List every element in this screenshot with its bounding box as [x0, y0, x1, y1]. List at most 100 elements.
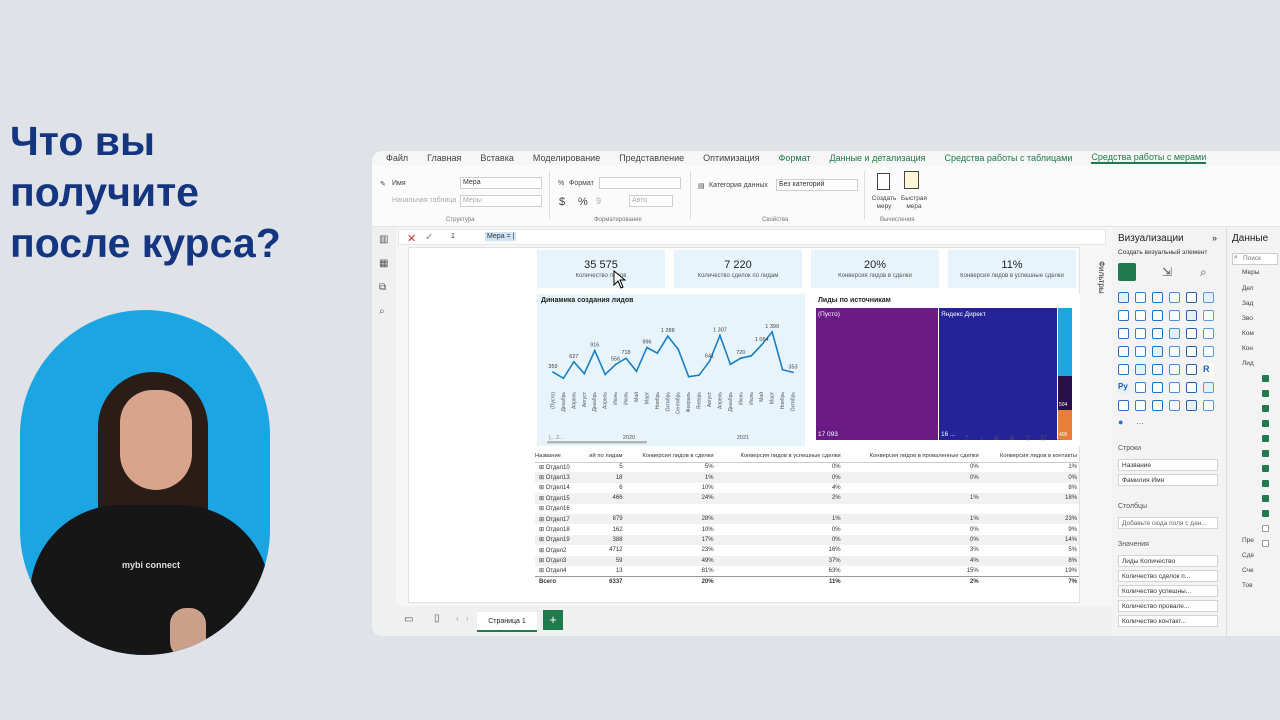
dax-query-icon[interactable]: ⌕	[379, 307, 389, 317]
formula-bar[interactable]: ✕ ✓ 1 Мера = |	[398, 229, 1106, 245]
quick-measure-button[interactable]: Быстрая мера	[900, 195, 928, 211]
analytics-tab-icon[interactable]: ⌕	[1200, 265, 1207, 280]
treemap-segment[interactable]: 504	[1058, 376, 1072, 410]
data-table-node[interactable]: Кон	[1242, 345, 1253, 352]
matrix-row[interactable]: ⊞ Отдел19 388 17% 0% 0% 14%	[535, 534, 1079, 546]
format-select[interactable]	[599, 177, 681, 189]
percent-button[interactable]: %	[578, 196, 588, 208]
values-field[interactable]: Количество успешны...	[1118, 585, 1218, 597]
clustered-bar-visual-icon[interactable]	[1152, 292, 1163, 303]
data-table-node[interactable]: Зво	[1242, 315, 1253, 322]
visual-header-icons[interactable]: ⇡ ↓ ⇊ ⇊ ▽ ⊡ …	[964, 434, 1080, 444]
treemap-segment[interactable]	[1058, 308, 1072, 376]
matrix-column-header[interactable]: Название	[535, 450, 581, 463]
formula-text[interactable]: Мера = |	[485, 232, 517, 241]
r-visual-visual-icon[interactable]: R	[1203, 364, 1214, 375]
cancel-formula-icon[interactable]: ✕	[407, 232, 416, 245]
goals-visual-icon[interactable]	[1203, 382, 1214, 393]
matrix-row[interactable]: ⊞ Отдел16	[535, 504, 1079, 514]
treemap-visual[interactable]: Лиды по источникам (Пусто) 17 093 Яндекс…	[814, 294, 1080, 446]
azure-map-visual-icon[interactable]	[1169, 346, 1180, 357]
currency-button[interactable]: $	[559, 196, 565, 208]
slicer-visual-icon[interactable]	[1152, 364, 1163, 375]
field-checkbox[interactable]	[1262, 495, 1269, 502]
matrix-visual[interactable]: Название ий по лидам Конверсия лидов в сде…	[535, 450, 1079, 600]
stacked-area-visual-icon[interactable]	[1152, 310, 1163, 321]
comma-button[interactable]: 9	[596, 196, 601, 206]
ai-visual-visual-icon[interactable]	[1169, 400, 1180, 411]
data-table-node[interactable]: Лид	[1242, 360, 1254, 367]
table-visual-icon[interactable]	[1169, 364, 1180, 375]
build-visual-tab-icon[interactable]	[1118, 263, 1136, 281]
values-field[interactable]: Количество контакт...	[1118, 615, 1218, 627]
card-visual-icon[interactable]	[1203, 346, 1214, 357]
donut-visual-icon[interactable]	[1186, 328, 1197, 339]
name-field[interactable]: Мера	[460, 177, 542, 189]
mobile-layout-icon[interactable]: ▯	[434, 613, 440, 624]
commit-formula-icon[interactable]: ✓	[425, 232, 433, 243]
data-table-node[interactable]: Сде	[1242, 552, 1254, 559]
prev-page-icon[interactable]: ‹	[456, 614, 459, 623]
data-table-node[interactable]: Тов	[1242, 582, 1253, 589]
matrix-row[interactable]: ⊞ Отдел2 4712 23% 16% 3% 5%	[535, 545, 1079, 555]
multi-card-visual-icon[interactable]	[1118, 364, 1129, 375]
menu-modeling[interactable]: Моделирование	[533, 153, 600, 163]
matrix-row[interactable]: ⊞ Отдел18 162 10% 0% 0% 9%	[535, 524, 1079, 534]
matrix-column-header[interactable]: ий по лидам	[580, 450, 625, 463]
matrix-visual-icon[interactable]	[1186, 364, 1197, 375]
field-checkbox[interactable]	[1262, 405, 1269, 412]
values-field[interactable]: Количество сделок п...	[1118, 570, 1218, 582]
data-table-node[interactable]: Меры	[1242, 269, 1259, 276]
category-select[interactable]: Без категорий	[776, 179, 858, 191]
shape-map-visual-icon[interactable]	[1152, 346, 1163, 357]
waterfall-visual-icon[interactable]	[1186, 310, 1197, 321]
clustered-column-visual-icon[interactable]	[1169, 292, 1180, 303]
report-view-icon[interactable]: ▥	[379, 235, 389, 245]
arcgis-visual-icon[interactable]	[1186, 400, 1197, 411]
data-table-node[interactable]: Дел	[1242, 285, 1254, 292]
treemap-segment[interactable]: Яндекс Директ 16 ...	[939, 308, 1057, 440]
data-table-node[interactable]: Сче	[1242, 567, 1254, 574]
quick-measure-icon[interactable]	[904, 171, 919, 189]
data-table-node[interactable]: Пре	[1242, 537, 1254, 544]
desktop-layout-icon[interactable]: ▭	[404, 614, 413, 625]
py-visual-visual-icon[interactable]: Py	[1118, 382, 1129, 393]
home-table-select[interactable]: Меры	[460, 195, 542, 207]
matrix-row[interactable]: ⊞ Отдел17 879 28% 1% 1% 23%	[535, 513, 1079, 525]
table-view-icon[interactable]: ▦	[379, 259, 389, 269]
values-field[interactable]: Лиды Количество	[1118, 555, 1218, 567]
filters-pane-toggle[interactable]: Фильтры	[1090, 261, 1106, 331]
menu-view[interactable]: Представление	[619, 153, 684, 163]
kpi-card[interactable]: 11% Конверсия лидов в успешные сделки	[948, 250, 1076, 288]
field-checkbox[interactable]	[1262, 540, 1269, 547]
key-influencers-visual-icon[interactable]	[1152, 382, 1163, 393]
map-visual-icon[interactable]	[1118, 346, 1129, 357]
rows-field[interactable]: Фамилия Имя	[1118, 474, 1218, 486]
pie-visual-icon[interactable]	[1169, 328, 1180, 339]
collapse-chevron-icon[interactable]: »	[1212, 233, 1217, 243]
field-checkbox[interactable]	[1262, 435, 1269, 442]
matrix-column-header[interactable]: Конверсия лидов в сделки	[624, 450, 716, 463]
menu-file[interactable]: Файл	[386, 153, 408, 163]
kpi-card[interactable]: 7 220 Количество сделок по лидам	[674, 250, 802, 288]
menu-measure-tools[interactable]: Средства работы с мерами	[1091, 152, 1207, 164]
kpi-card[interactable]: 35 575 Количество лидов	[537, 250, 665, 288]
menu-data-drill[interactable]: Данные и детализация	[830, 153, 926, 163]
treemap-visual-icon[interactable]	[1203, 328, 1214, 339]
stacked-column-visual-icon[interactable]	[1135, 292, 1146, 303]
area-visual-icon[interactable]	[1135, 310, 1146, 321]
model-view-icon[interactable]: ⧉	[379, 283, 389, 293]
matrix-column-header[interactable]: Конверсия лидов в контакты	[980, 450, 1079, 463]
rows-field[interactable]: Название	[1118, 459, 1218, 471]
menu-optimize[interactable]: Оптимизация	[703, 153, 759, 163]
matrix-column-header[interactable]: Конверсия лидов в успешные сделки	[715, 450, 843, 463]
matrix-row[interactable]: ⊞ Отдел4 13 81% 63% 15% 19%	[535, 566, 1079, 576]
field-checkbox[interactable]	[1262, 525, 1269, 532]
scatter-visual-icon[interactable]	[1152, 328, 1163, 339]
kpi-visual-icon[interactable]	[1135, 364, 1146, 375]
field-checkbox[interactable]	[1262, 450, 1269, 457]
line-column-visual-icon[interactable]	[1118, 328, 1129, 339]
100-column-visual-icon[interactable]	[1203, 292, 1214, 303]
kpi-card[interactable]: 20% Конверсия лидов в сделки	[811, 250, 939, 288]
line-chart-visual[interactable]: Динамика создания лидов 359 627 916 556 718 9…	[537, 294, 805, 446]
